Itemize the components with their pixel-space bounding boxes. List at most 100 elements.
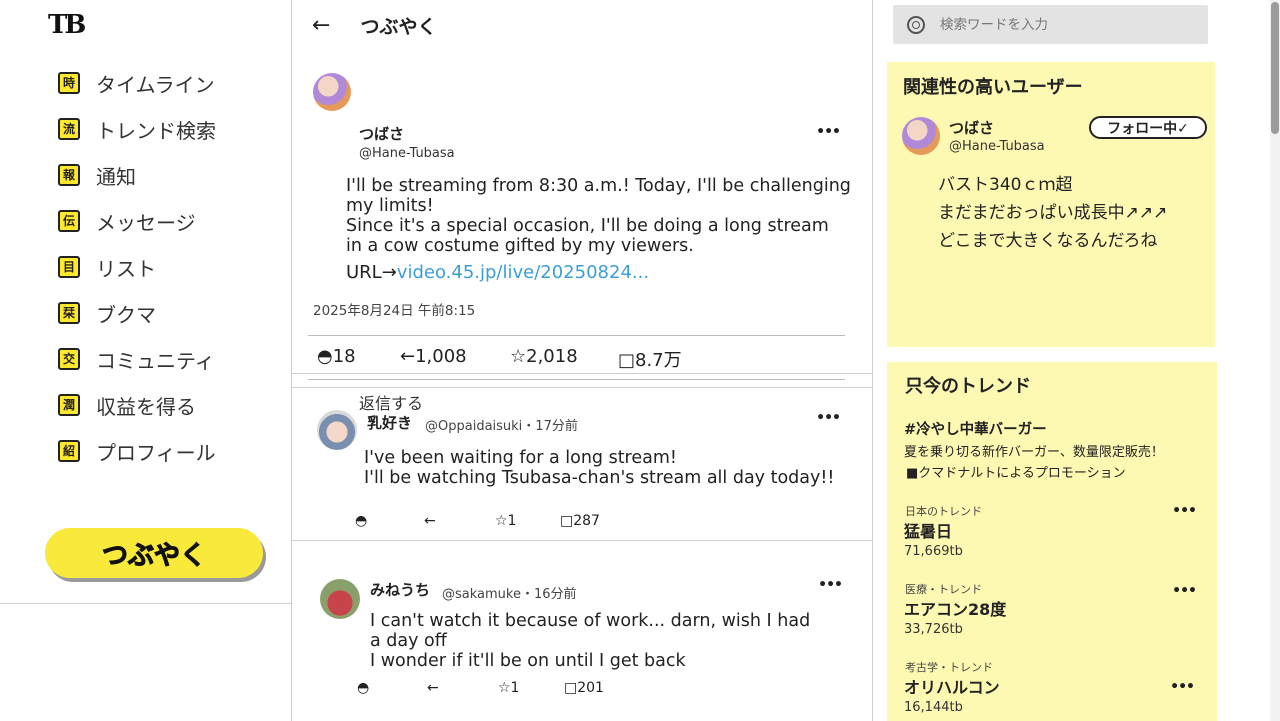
more-options-icon[interactable]: ••• bbox=[1172, 503, 1197, 519]
app-logo[interactable]: TB bbox=[48, 10, 86, 40]
trend-name: エアコン28度 bbox=[904, 600, 1007, 619]
nav-item-profile[interactable]: 紹 プロフィール bbox=[58, 428, 216, 474]
repost-icon[interactable]: ← bbox=[424, 513, 436, 529]
reply-line: I've been waiting for a long stream! bbox=[364, 448, 677, 468]
author-meta[interactable]: @Oppaidaisuki・17分前 bbox=[425, 415, 578, 434]
main-post: つばさ @Hane-Tubasa ••• I'll be streaming f… bbox=[292, 50, 872, 413]
search-icon bbox=[907, 15, 925, 34]
nav-item-lists[interactable]: 目 リスト bbox=[58, 244, 216, 290]
following-button[interactable]: フォロー中✓ bbox=[1089, 116, 1207, 139]
nav-item-label: タイムライン bbox=[96, 72, 215, 97]
stream-link[interactable]: video.45.jp/live/20250824... bbox=[397, 262, 649, 283]
promotion-label: ■クマドナルトによるプロモーション bbox=[906, 466, 1126, 481]
message-icon: 伝 bbox=[58, 210, 80, 232]
avatar[interactable] bbox=[902, 117, 940, 155]
author-name[interactable]: 乳好き bbox=[367, 412, 412, 433]
post-button[interactable]: つぶやく bbox=[45, 528, 263, 578]
like-count[interactable]: ☆2,018 bbox=[510, 346, 618, 372]
bio-line: バスト340ｃｍ超 bbox=[938, 175, 1073, 195]
reply-line: I can't watch it because of work... darn… bbox=[370, 611, 811, 631]
nav-item-label: コミュニティ bbox=[96, 348, 215, 373]
reply-post: みねうち @sakamuke・16分前 ••• I can't watch it… bbox=[292, 540, 872, 721]
trend-category: 考古学・トレンド bbox=[905, 661, 993, 674]
avatar[interactable] bbox=[320, 579, 360, 619]
nav-item-label: メッセージ bbox=[96, 210, 196, 235]
more-options-icon[interactable]: ••• bbox=[1170, 679, 1195, 695]
bio-line: まだまだおっぱい成長中↗↗↗ bbox=[938, 203, 1168, 223]
bookmark-icon: 栞 bbox=[58, 302, 80, 324]
author-name[interactable]: みねうち bbox=[370, 579, 430, 600]
nav-item-monetize[interactable]: 潤 収益を得る bbox=[58, 382, 216, 428]
divider bbox=[0, 603, 291, 604]
card-title: 関連性の高いユーザー bbox=[903, 77, 1083, 98]
nav-item-community[interactable]: 交 コミュニティ bbox=[58, 336, 216, 382]
reply-line: a day off bbox=[370, 631, 447, 651]
avatar[interactable] bbox=[313, 73, 351, 111]
reply-post: 乳好き @Oppaidaisuki・17分前 ••• I've been wai… bbox=[292, 387, 872, 539]
view-count[interactable]: □8.7万 bbox=[618, 346, 682, 372]
like-count[interactable]: ☆1 bbox=[498, 680, 519, 696]
nav-item-label: 収益を得る bbox=[96, 394, 196, 419]
nav-item-label: ブクマ bbox=[96, 302, 156, 327]
user-bio: バスト340ｃｍ超 まだまだおっぱい成長中↗↗↗ どこまで大きくなるんだろね bbox=[938, 171, 1167, 255]
reply-body: I've been waiting for a long stream! I'l… bbox=[364, 448, 854, 488]
more-options-icon[interactable]: ••• bbox=[818, 577, 843, 593]
right-sidebar: 関連性の高いユーザー つばさ @Hane-Tubasa フォロー中✓ バスト34… bbox=[873, 0, 1280, 721]
column-header: ← つぶやく bbox=[292, 0, 872, 50]
page-title: つぶやく bbox=[360, 15, 437, 38]
promoted-trend-tag[interactable]: #冷やし中華バーガー bbox=[904, 418, 1047, 439]
user-handle[interactable]: @Hane-Tubasa bbox=[949, 139, 1045, 154]
author-handle[interactable]: @Hane-Tubasa bbox=[359, 146, 455, 161]
reply-line: I wonder if it'll be on until I get back bbox=[370, 651, 686, 671]
author-name[interactable]: つばさ bbox=[359, 123, 404, 144]
nav-item-label: リスト bbox=[96, 256, 156, 281]
scrollbar-thumb[interactable] bbox=[1271, 2, 1279, 134]
avatar[interactable] bbox=[317, 410, 357, 450]
view-count[interactable]: □287 bbox=[560, 513, 600, 529]
trend-category: 日本のトレンド bbox=[905, 505, 982, 518]
nav-item-bookmarks[interactable]: 栞 ブクマ bbox=[58, 290, 216, 336]
search-bar[interactable] bbox=[893, 5, 1208, 44]
url-prefix: URL→ bbox=[346, 262, 397, 283]
promoted-trend-desc: 夏を乗り切る新作バーガー、数量限定販売！ bbox=[904, 445, 1164, 460]
more-options-icon[interactable]: ••• bbox=[816, 124, 841, 140]
reply-line: I'll be watching Tsubasa-chan's stream a… bbox=[364, 468, 835, 488]
left-sidebar: TB 時 タイムライン 流 トレンド検索 報 通知 伝 メッセージ 目 リスト … bbox=[0, 0, 291, 721]
notification-icon: 報 bbox=[58, 164, 80, 186]
nav-item-label: 通知 bbox=[96, 164, 136, 189]
bio-line: どこまで大きくなるんだろね bbox=[938, 231, 1158, 251]
repost-count[interactable]: ←1,008 bbox=[400, 346, 510, 372]
nav-item-timeline[interactable]: 時 タイムライン bbox=[58, 60, 216, 106]
post-url: URL→video.45.jp/live/20250824... bbox=[346, 262, 649, 283]
nav-item-label: トレンド検索 bbox=[96, 118, 216, 143]
nav-item-trend-search[interactable]: 流 トレンド検索 bbox=[58, 106, 216, 152]
monetize-icon: 潤 bbox=[58, 394, 80, 416]
scrollbar[interactable] bbox=[1270, 0, 1280, 721]
profile-icon: 紹 bbox=[58, 440, 80, 462]
reply-icon[interactable]: ◓ bbox=[355, 513, 367, 529]
nav-item-label: プロフィール bbox=[96, 440, 216, 465]
back-arrow-icon[interactable]: ← bbox=[312, 13, 330, 38]
post-stats: ◓18 ←1,008 ☆2,018 □8.7万 bbox=[317, 346, 682, 372]
community-icon: 交 bbox=[58, 348, 80, 370]
trend-category: 医療・トレンド bbox=[905, 583, 982, 596]
reply-body: I can't watch it because of work... darn… bbox=[370, 611, 860, 671]
reply-count[interactable]: ◓18 bbox=[317, 346, 400, 372]
post-line: I'll be streaming from 8:30 a.m.! Today,… bbox=[346, 176, 851, 196]
post-body: I'll be streaming from 8:30 a.m.! Today,… bbox=[346, 176, 866, 256]
divider bbox=[308, 379, 845, 380]
repost-icon[interactable]: ← bbox=[427, 680, 439, 696]
more-options-icon[interactable]: ••• bbox=[816, 410, 841, 426]
like-count[interactable]: ☆1 bbox=[495, 513, 516, 529]
nav-item-notifications[interactable]: 報 通知 bbox=[58, 152, 216, 198]
user-name[interactable]: つばさ bbox=[949, 117, 994, 138]
more-options-icon[interactable]: ••• bbox=[1172, 583, 1197, 599]
view-count[interactable]: □201 bbox=[564, 680, 604, 696]
reply-icon[interactable]: ◓ bbox=[357, 680, 369, 696]
trend-icon: 流 bbox=[58, 118, 80, 140]
search-input[interactable] bbox=[940, 16, 1190, 33]
card-title: 只今のトレンド bbox=[905, 376, 1031, 397]
post-timestamp: 2025年8月24日 午前8:15 bbox=[313, 303, 476, 319]
nav-item-messages[interactable]: 伝 メッセージ bbox=[58, 198, 216, 244]
author-meta[interactable]: @sakamuke・16分前 bbox=[442, 583, 577, 602]
